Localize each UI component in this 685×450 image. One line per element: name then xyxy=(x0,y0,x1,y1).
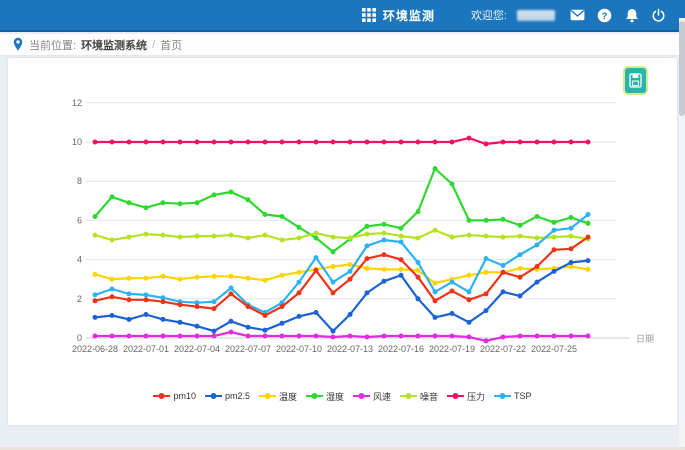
legend-item-pm2.5[interactable]: pm2.5 xyxy=(205,391,250,401)
breadcrumb-current[interactable]: 首页 xyxy=(160,37,182,53)
svg-text:2022-07-25: 2022-07-25 xyxy=(531,344,577,354)
svg-text:2022-07-13: 2022-07-13 xyxy=(327,344,373,354)
legend-marker-icon xyxy=(205,392,222,400)
legend-label: 风速 xyxy=(373,390,391,403)
legend-marker-icon xyxy=(494,392,511,400)
legend-marker-icon xyxy=(353,392,370,400)
svg-text:12: 12 xyxy=(72,98,82,108)
legend-marker-icon xyxy=(306,392,323,400)
mail-icon[interactable] xyxy=(569,7,586,24)
legend-item-噪音[interactable]: 噪音 xyxy=(400,390,438,403)
svg-text:2022-07-10: 2022-07-10 xyxy=(276,344,322,354)
legend-label: 温度 xyxy=(279,390,297,403)
welcome-label: 欢迎您: xyxy=(471,7,507,23)
svg-text:2022-07-16: 2022-07-16 xyxy=(378,344,424,354)
legend-item-pm10[interactable]: pm10 xyxy=(153,391,196,401)
legend-marker-icon xyxy=(259,392,276,400)
legend-label: pm10 xyxy=(173,391,196,401)
legend-label: pm2.5 xyxy=(225,391,250,401)
chart-card: 0 2 4 6 8 10 12 2022-06-28 2022-07-01 2022-07-04 2… xyxy=(8,58,677,425)
svg-text:2022-06-28: 2022-06-28 xyxy=(72,344,118,354)
top-header-bar: 环境监测 欢迎您: ? xyxy=(0,0,685,32)
legend-label: 压力 xyxy=(467,390,485,403)
bell-icon[interactable] xyxy=(623,7,640,24)
legend-marker-icon xyxy=(400,392,417,400)
app-name: 环境监测 xyxy=(383,7,435,24)
line-chart-canvas[interactable]: 0 2 4 6 8 10 12 2022-06-28 2022-07-01 2022-07-04 2… xyxy=(8,58,677,425)
location-label: 当前位置: xyxy=(29,37,76,53)
username-blurred xyxy=(517,10,555,21)
legend-item-湿度[interactable]: 湿度 xyxy=(306,390,344,403)
power-icon[interactable] xyxy=(650,7,667,24)
breadcrumb: 当前位置: 环境监测系统 / 首页 xyxy=(0,34,685,56)
legend-marker-icon xyxy=(153,392,170,400)
legend-label: 噪音 xyxy=(420,390,438,403)
svg-text:4: 4 xyxy=(77,255,82,265)
svg-text:2: 2 xyxy=(77,294,82,304)
page-scrollbar[interactable] xyxy=(679,18,685,450)
breadcrumb-separator: / xyxy=(152,39,155,51)
svg-text:?: ? xyxy=(602,11,608,22)
legend-item-风速[interactable]: 风速 xyxy=(353,390,391,403)
svg-text:0: 0 xyxy=(77,333,82,343)
svg-text:8: 8 xyxy=(77,176,82,186)
app-grid-icon xyxy=(361,7,378,24)
legend-item-压力[interactable]: 压力 xyxy=(447,390,485,403)
svg-text:10: 10 xyxy=(72,137,82,147)
svg-text:2022-07-19: 2022-07-19 xyxy=(429,344,475,354)
svg-text:2022-07-22: 2022-07-22 xyxy=(480,344,526,354)
legend-item-TSP[interactable]: TSP xyxy=(494,391,532,401)
chart-legend: pm10 pm2.5 温度 湿度 风速 噪音 压力 TSP xyxy=(8,388,677,404)
svg-text:2022-07-07: 2022-07-07 xyxy=(225,344,271,354)
app-logo[interactable]: 环境监测 xyxy=(361,7,435,24)
legend-item-温度[interactable]: 温度 xyxy=(259,390,297,403)
breadcrumb-root[interactable]: 环境监测系统 xyxy=(81,37,147,53)
svg-text:日期: 日期 xyxy=(636,334,654,344)
help-icon[interactable]: ? xyxy=(596,7,613,24)
svg-text:6: 6 xyxy=(77,215,82,225)
legend-marker-icon xyxy=(447,392,464,400)
location-pin-icon xyxy=(12,37,24,52)
svg-text:2022-07-04: 2022-07-04 xyxy=(174,344,220,354)
legend-label: TSP xyxy=(514,391,532,401)
legend-label: 湿度 xyxy=(326,390,344,403)
scrollbar-thumb[interactable] xyxy=(679,21,685,116)
svg-text:2022-07-01: 2022-07-01 xyxy=(123,344,169,354)
